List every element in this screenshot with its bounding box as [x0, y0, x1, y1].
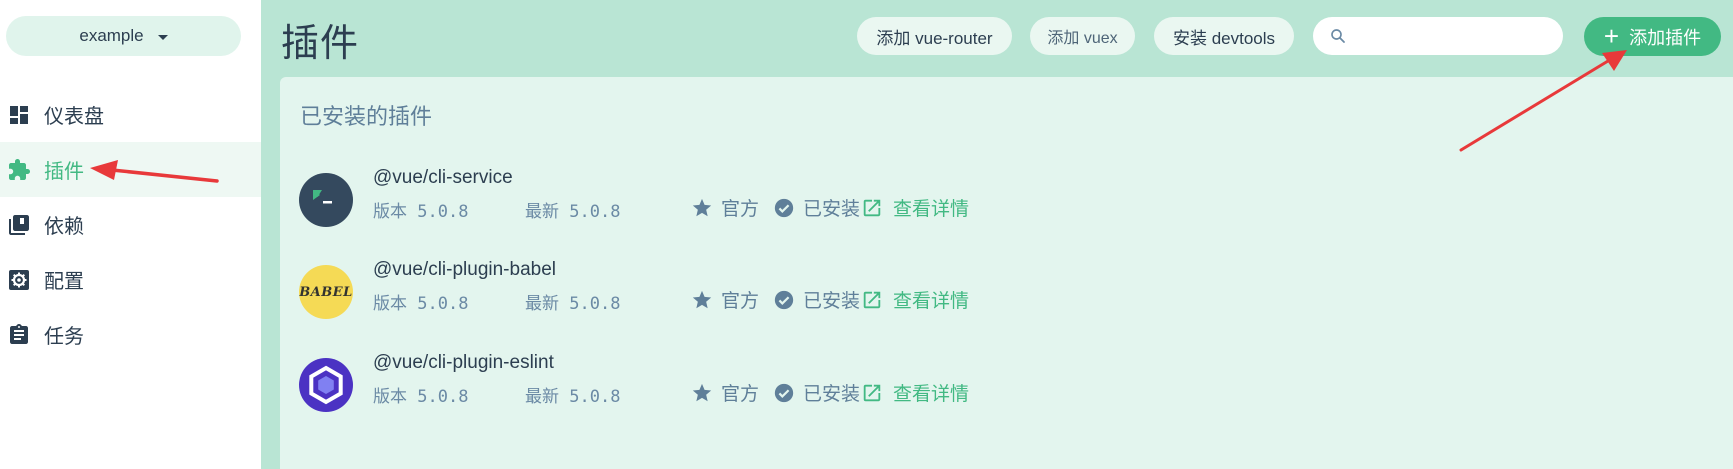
star-icon: [692, 290, 712, 308]
sidebar-item-label: 插件: [44, 161, 84, 183]
main-area: 插件 添加 vue-router 添加 vuex 安装 devtools + 添…: [261, 0, 1733, 469]
plugin-item[interactable]: @vue/cli-plugin-eslint 版本 5.0.8 最新 5.0.8…: [299, 352, 1699, 412]
plugin-name: @vue/cli-service: [373, 167, 513, 188]
check-circle-icon: [774, 290, 794, 309]
plugin-name: @vue/cli-plugin-babel: [373, 259, 556, 280]
plugin-item[interactable]: @vue/cli-service 版本 5.0.8 最新 5.0.8 官方 已安…: [299, 167, 1699, 227]
sidebar-item-dashboard[interactable]: 仪表盘: [0, 87, 261, 142]
star-icon: [692, 383, 712, 401]
project-name: example: [79, 26, 144, 45]
external-link-icon: [863, 291, 881, 308]
add-vuex-button[interactable]: 添加 vuex: [1030, 17, 1135, 55]
installed-badge: 已安装: [773, 194, 860, 221]
plugin-version: 版本 5.0.8: [373, 202, 469, 222]
panel-title: 已安装的插件: [300, 104, 433, 129]
installed-badge: 已安装: [773, 379, 860, 406]
babel-logo: BABEL: [299, 265, 353, 319]
sidebar-item-dependencies[interactable]: 依赖: [0, 197, 261, 252]
sidebar-item-plugins[interactable]: 插件: [0, 142, 261, 197]
view-details-link[interactable]: 查看详情: [861, 379, 969, 406]
plus-icon: +: [1603, 20, 1620, 51]
puzzle-icon: [6, 157, 32, 183]
dashboard-icon: [6, 102, 32, 128]
project-selector[interactable]: example: [6, 16, 241, 56]
sidebar-nav: 仪表盘 插件 依赖 配置 任务: [0, 87, 261, 362]
sidebar-item-label: 配置: [44, 271, 84, 293]
gear-icon: [6, 267, 32, 293]
sidebar-item-configuration[interactable]: 配置: [0, 252, 261, 307]
eslint-logo: [299, 358, 353, 412]
add-plugin-button[interactable]: + 添加插件: [1584, 17, 1721, 56]
external-link-icon: [863, 199, 881, 216]
add-plugin-label: 添加插件: [1629, 27, 1702, 48]
search-icon: [1331, 29, 1345, 43]
terminal-logo: [299, 173, 353, 227]
clipboard-icon: [6, 322, 32, 348]
install-devtools-button[interactable]: 安装 devtools: [1154, 17, 1294, 55]
plugin-version: 版本 5.0.8: [373, 294, 469, 314]
check-circle-icon: [774, 383, 794, 402]
view-details-link[interactable]: 查看详情: [861, 286, 969, 313]
sidebar: example 仪表盘 插件 依赖 配置 任务: [0, 0, 261, 469]
installed-plugins-panel: 已安装的插件 @vue/cli-service 版本 5.0.8 最新 5.0.…: [280, 77, 1733, 469]
sidebar-item-tasks[interactable]: 任务: [0, 307, 261, 362]
external-link-icon: [863, 384, 881, 401]
official-badge: 官方: [691, 379, 759, 406]
official-badge: 官方: [691, 194, 759, 221]
add-vue-router-button[interactable]: 添加 vue-router: [857, 17, 1012, 55]
star-icon: [692, 198, 712, 216]
plugin-name: @vue/cli-plugin-eslint: [373, 352, 554, 373]
installed-badge: 已安装: [773, 286, 860, 313]
check-circle-icon: [774, 198, 794, 217]
plugin-item[interactable]: BABEL @vue/cli-plugin-babel 版本 5.0.8 最新 …: [299, 259, 1699, 319]
page-title: 插件: [281, 23, 360, 65]
plugin-latest-version: 最新 5.0.8: [525, 387, 621, 407]
official-badge: 官方: [691, 286, 759, 313]
plugin-latest-version: 最新 5.0.8: [525, 294, 621, 314]
view-details-link[interactable]: 查看详情: [861, 194, 969, 221]
sidebar-item-label: 仪表盘: [44, 106, 104, 128]
caret-down-icon: [157, 34, 168, 40]
plugin-latest-version: 最新 5.0.8: [525, 202, 621, 222]
search-input[interactable]: [1355, 26, 1559, 46]
library-icon: [6, 212, 32, 238]
plugin-version: 版本 5.0.8: [373, 387, 469, 407]
search-field[interactable]: [1313, 17, 1563, 55]
sidebar-item-label: 任务: [44, 326, 84, 348]
sidebar-item-label: 依赖: [44, 216, 84, 238]
